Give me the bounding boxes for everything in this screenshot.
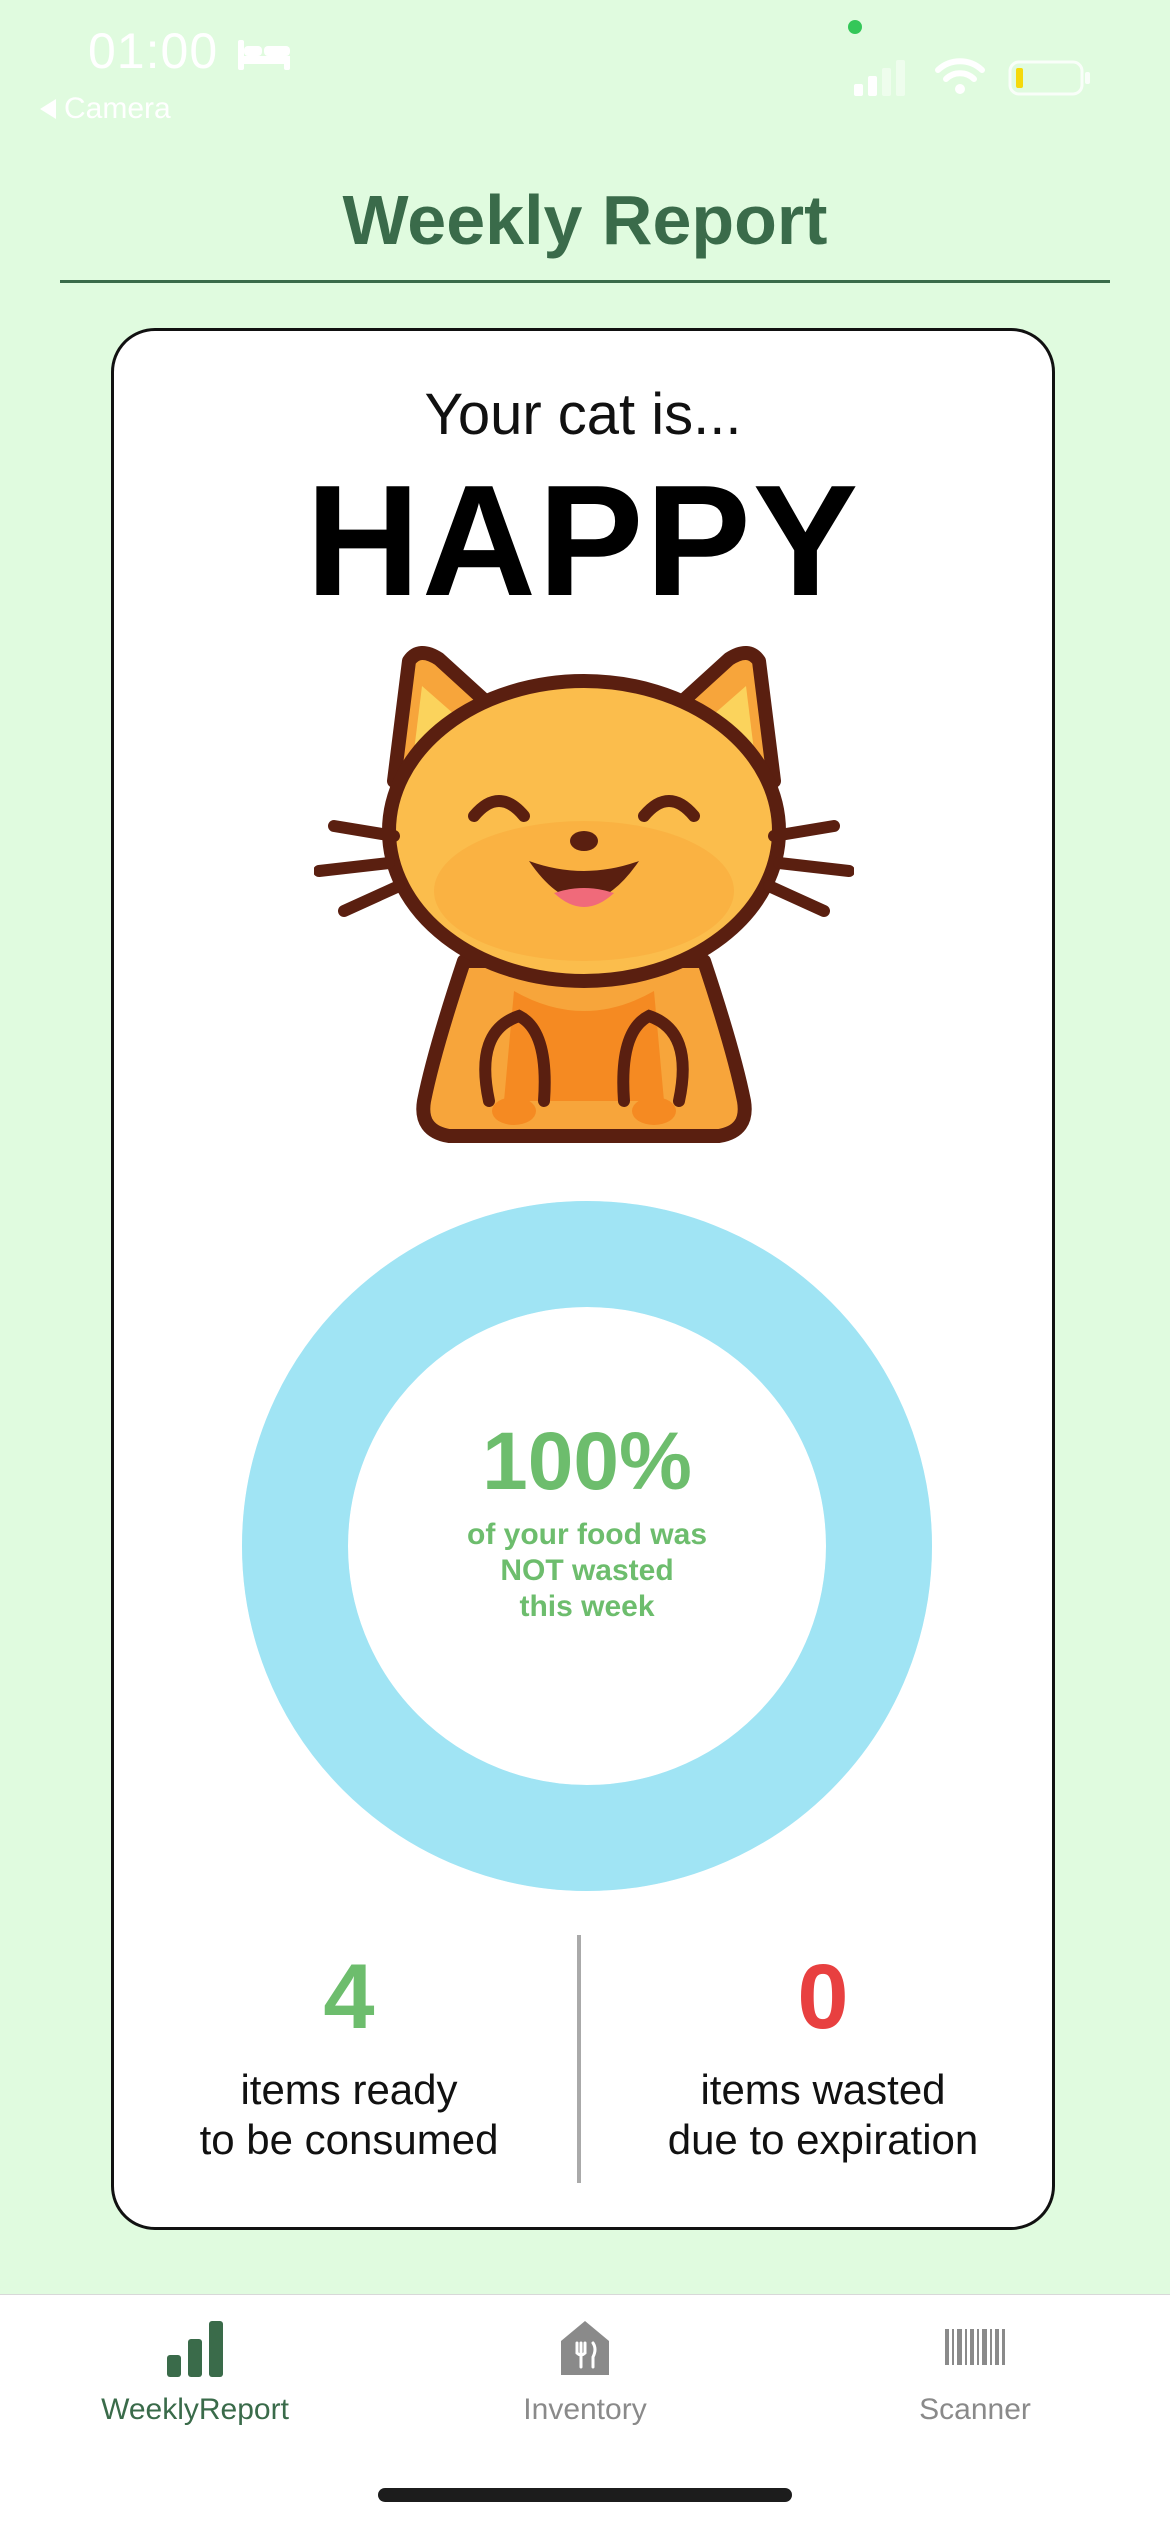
caption-line-3: this week [519, 1590, 655, 1623]
happy-cat-icon [314, 646, 854, 1143]
items-wasted-stat: 0 items wasted due to expiration [588, 1951, 1058, 2165]
items-ready-label-line-1: items ready [240, 2066, 458, 2113]
page-title: Weekly Report [342, 181, 828, 259]
tab-weekly-report-label: WeeklyReport [101, 2393, 289, 2426]
home-indicator[interactable] [378, 2488, 792, 2502]
weekly-report-card: Your cat is... HAPPY 100% of your food w… [111, 328, 1055, 2230]
back-arrow-icon [40, 99, 56, 119]
tab-inventory-label: Inventory [523, 2393, 647, 2426]
wifi-icon [935, 58, 985, 94]
status-bar: 01:00 Camera [0, 0, 1170, 140]
back-app-label: Camera [64, 92, 171, 125]
donut-center-label: 100% of your food was NOT wasted this we… [242, 1421, 932, 1625]
items-ready-count: 4 [323, 1946, 375, 2048]
cat-mood-intro: Your cat is... [424, 382, 742, 447]
caption-line-2: NOT wasted [500, 1554, 674, 1587]
items-ready-label-line-2: to be consumed [199, 2116, 499, 2163]
battery-icon [1008, 60, 1090, 96]
signal-icon [854, 60, 905, 96]
tab-inventory[interactable]: Inventory [390, 2315, 780, 2427]
not-wasted-percent: 100% [482, 1416, 692, 1507]
not-wasted-caption: of your food was NOT wasted this week [242, 1517, 932, 1625]
barcode-icon [945, 2329, 1005, 2365]
caption-line-1: of your food was [467, 1518, 707, 1551]
items-wasted-label-line-1: items wasted [700, 2066, 946, 2113]
bar-chart-icon [167, 2321, 223, 2377]
tab-scanner[interactable]: Scanner [780, 2315, 1170, 2427]
items-ready-label: items ready to be consumed [114, 2065, 584, 2165]
status-time: 01:00 [88, 23, 219, 79]
tab-scanner-label: Scanner [919, 2393, 1031, 2426]
tab-weekly-report[interactable]: WeeklyReport [0, 2315, 390, 2427]
cat-mood-value: HAPPY [305, 453, 861, 629]
items-wasted-label: items wasted due to expiration [588, 2065, 1058, 2165]
bed-icon [238, 40, 290, 70]
title-divider [60, 280, 1110, 283]
privacy-indicator-dot [848, 20, 862, 34]
items-ready-stat: 4 items ready to be consumed [114, 1951, 584, 2165]
pantry-icon [561, 2321, 609, 2375]
back-to-camera-link[interactable]: Camera [40, 92, 171, 126]
items-wasted-count: 0 [797, 1946, 849, 2048]
stats-divider [577, 1935, 581, 2183]
items-wasted-label-line-2: due to expiration [667, 2116, 979, 2163]
